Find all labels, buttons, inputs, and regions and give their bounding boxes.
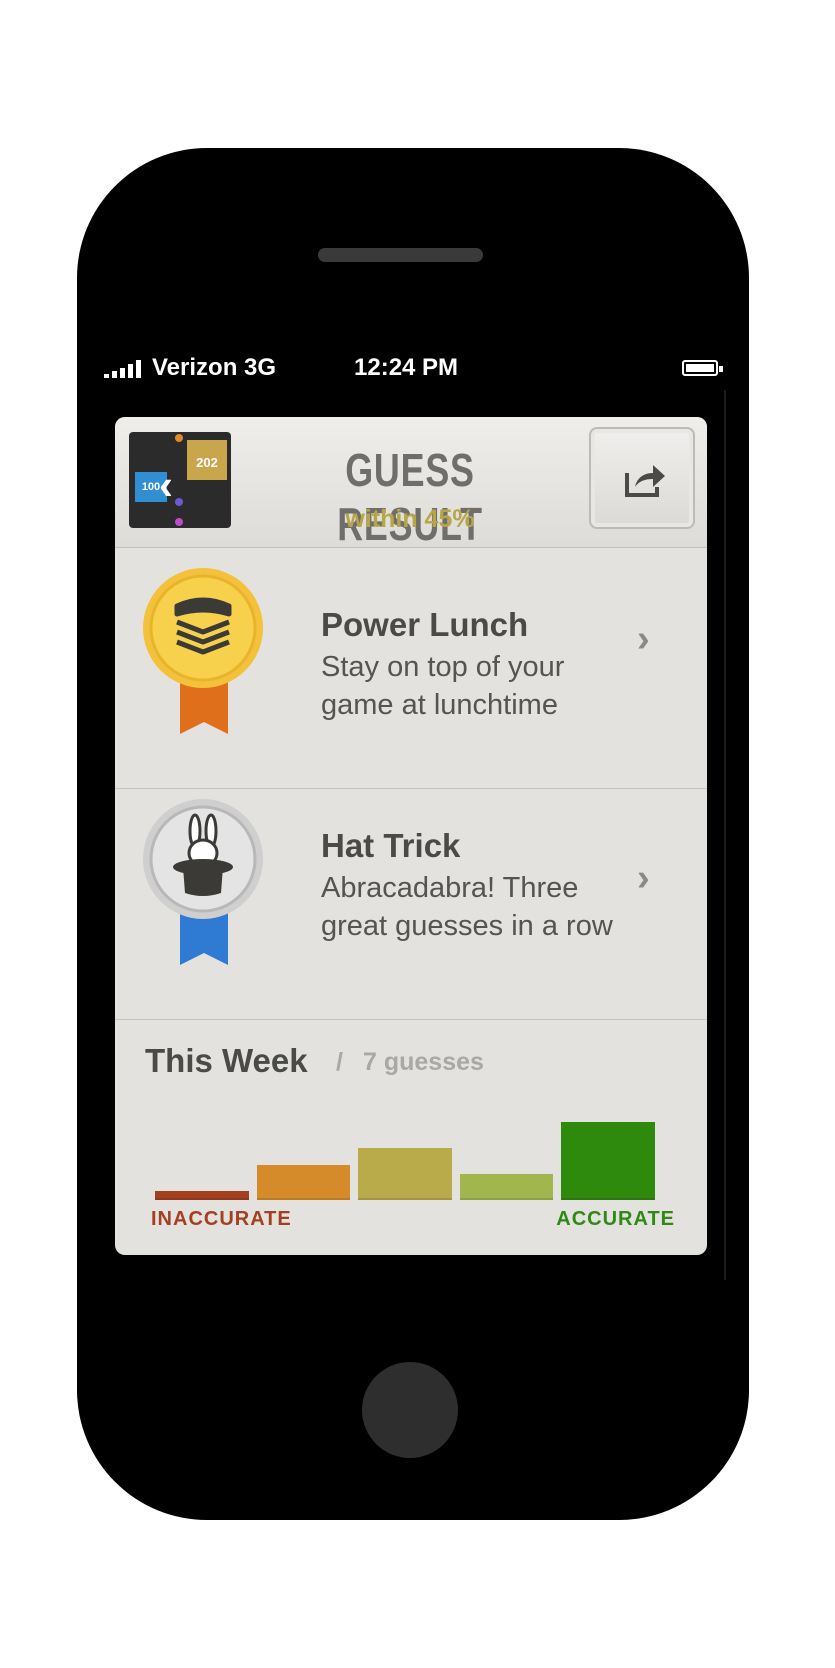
achievement-description: Stay on top of your game at lunchtime — [321, 651, 565, 721]
achievement-description: Abracadabra! Three great guesses in a ro… — [321, 872, 613, 942]
chart-bar — [358, 1148, 452, 1200]
inaccurate-label: INACCURATE — [151, 1208, 292, 1230]
chart-bar — [256, 1165, 351, 1200]
back-chevron-icon: ‹ — [159, 461, 173, 508]
carrier-label: Verizon 3G — [152, 354, 277, 381]
achievement-title: Hat Trick — [321, 827, 461, 864]
accuracy-bar-chart — [155, 1096, 695, 1200]
chart-bar — [561, 1122, 655, 1200]
share-button[interactable] — [589, 427, 695, 529]
chevron-right-icon: › — [637, 618, 650, 660]
clock: 12:24 PM — [354, 354, 459, 381]
back-thumbnail-button[interactable]: 100 202 ‹ — [129, 432, 231, 528]
app-screen: 100 202 ‹ GUESS RESULT within 45% Power … — [115, 417, 707, 1255]
achievement-title: Power Lunch — [321, 606, 529, 643]
home-button[interactable] — [362, 1362, 458, 1458]
signal-icon — [104, 360, 144, 378]
achievement-row-power-lunch[interactable]: Power Lunch Stay on top of your game at … — [115, 548, 707, 789]
accurate-label: ACCURATE — [556, 1208, 675, 1230]
thumb-right-value: 202 — [187, 440, 227, 480]
week-guess-count: 7 guesses — [363, 1048, 484, 1076]
header: 100 202 ‹ GUESS RESULT within 45% — [115, 417, 707, 550]
earpiece-speaker — [318, 248, 483, 262]
battery-icon — [682, 360, 718, 376]
page-subtitle: within 45% — [345, 505, 475, 533]
page-title: GUESS RESULT — [337, 444, 483, 550]
chart-bar — [155, 1191, 249, 1200]
silver-magic-hat-badge-icon — [143, 799, 263, 965]
week-title: This Week — [145, 1042, 308, 1079]
week-separator: / — [336, 1048, 343, 1076]
chevron-right-icon: › — [637, 857, 650, 899]
achievement-row-hat-trick[interactable]: Hat Trick Abracadabra! Three great guess… — [115, 789, 707, 1020]
side-edge — [724, 390, 726, 1280]
status-bar: Verizon 3G 12:24 PM — [102, 350, 723, 390]
this-week-panel: This Week / 7 guesses INACCURATE ACCURAT… — [115, 1020, 707, 1255]
share-arrow-icon — [625, 465, 665, 497]
gold-sandwich-badge-icon — [143, 568, 263, 734]
battery-tip — [719, 366, 723, 372]
chart-bar — [459, 1174, 554, 1200]
